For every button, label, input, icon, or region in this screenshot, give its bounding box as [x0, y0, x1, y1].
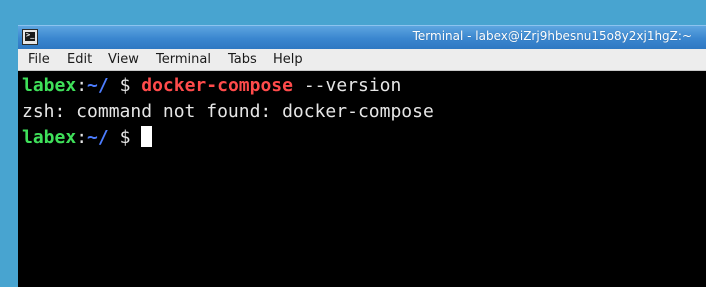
menu-tabs[interactable]: Tabs: [228, 52, 257, 67]
prompt-user: labex: [22, 75, 77, 96]
command-name: docker-compose: [141, 75, 293, 96]
prompt-separator: :: [76, 75, 88, 96]
menu-bar: File Edit View Terminal Tabs Help: [18, 49, 706, 71]
command-args: --version: [303, 75, 402, 96]
terminal-window: >_ Terminal - labex@iZrj9hbesnu15o8y2xj1…: [18, 25, 706, 287]
terminal-line-output: zsh: command not found: docker-compose: [22, 101, 434, 122]
menu-edit[interactable]: Edit: [67, 52, 92, 67]
prompt-user: labex: [22, 127, 77, 148]
title-bar[interactable]: >_ Terminal - labex@iZrj9hbesnu15o8y2xj1…: [18, 25, 706, 49]
prompt-symbol: $: [119, 127, 131, 148]
text-cursor: [141, 126, 153, 147]
menu-file[interactable]: File: [28, 52, 50, 67]
prompt-separator: :: [76, 127, 88, 148]
terminal-line-prompt-2: labex:~/ $: [22, 125, 706, 151]
prompt-path: ~/: [87, 75, 109, 96]
prompt-symbol: $: [119, 75, 131, 96]
menu-terminal[interactable]: Terminal: [156, 52, 211, 67]
prompt-path: ~/: [87, 127, 109, 148]
terminal-line-prompt-1: labex:~/ $ docker-compose --version: [22, 73, 706, 99]
window-title: Terminal - labex@iZrj9hbesnu15o8y2xj1hgZ…: [412, 29, 692, 43]
menu-help[interactable]: Help: [273, 52, 303, 67]
terminal-output-area[interactable]: labex:~/ $ docker-compose --version zsh:…: [18, 71, 706, 287]
menu-view[interactable]: View: [108, 52, 139, 67]
